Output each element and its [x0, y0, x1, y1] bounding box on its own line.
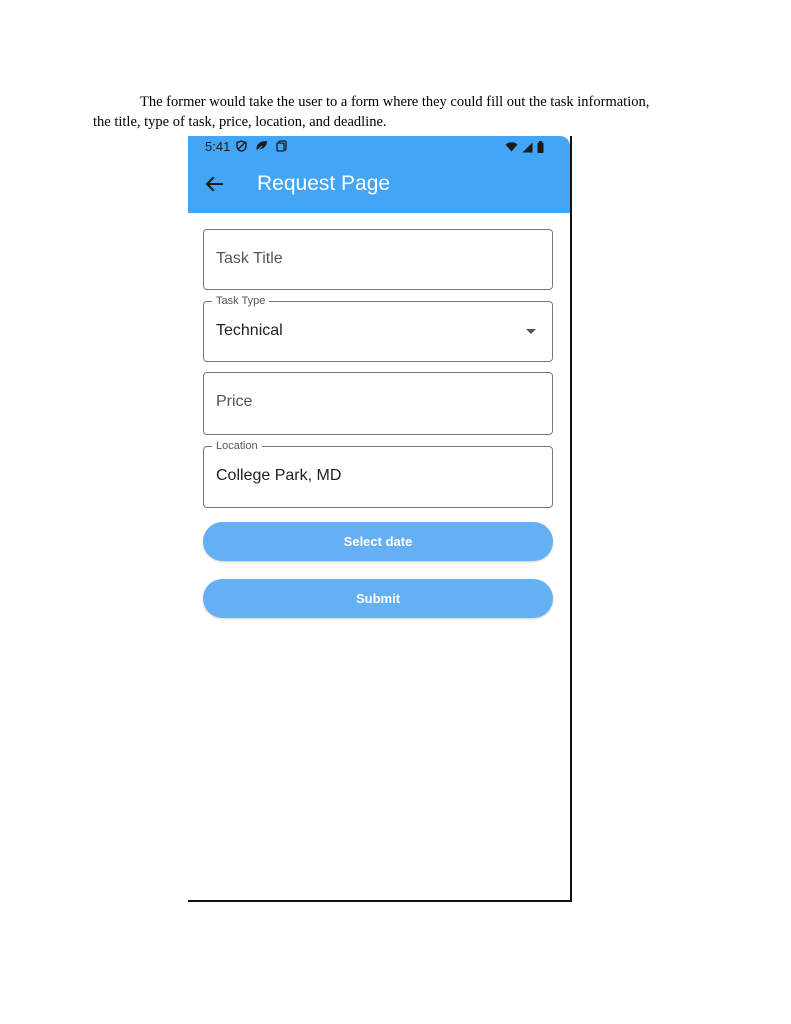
task-type-dropdown[interactable]: Task Type Technical: [203, 294, 553, 362]
task-title-field[interactable]: Task Title: [203, 229, 553, 290]
app-bar: Request Page: [188, 158, 570, 213]
location-value: College Park, MD: [216, 467, 342, 484]
paragraph-line-2: the title, type of task, price, location…: [93, 114, 387, 130]
price-placeholder: Price: [216, 393, 253, 410]
status-bar: 5:41: [188, 136, 570, 158]
leaf-icon: [255, 140, 267, 152]
status-icons-left: [236, 139, 287, 153]
status-icons-right: [505, 140, 544, 154]
submit-button[interactable]: Submit: [203, 579, 553, 618]
price-field[interactable]: Price: [203, 372, 553, 435]
status-time: 5:41: [205, 139, 231, 154]
task-type-value: Technical: [216, 322, 283, 339]
location-field[interactable]: Location College Park, MD: [203, 439, 553, 508]
paragraph-line-1: The former would take the user to a form…: [140, 94, 650, 110]
select-date-button[interactable]: Select date: [203, 522, 553, 561]
copy-icon: [276, 140, 287, 152]
phone-screenshot: 5:41 Request Page Task Title Task Type T…: [188, 136, 572, 902]
arrow-left-icon: [205, 176, 223, 192]
task-title-placeholder: Task Title: [216, 250, 283, 267]
task-type-label: Task Type: [212, 294, 270, 308]
wifi-icon: [505, 142, 518, 152]
page-title: Request Page: [257, 172, 391, 195]
vpn-shield-icon: [236, 140, 247, 152]
battery-icon: [537, 141, 544, 153]
location-label: Location: [212, 439, 262, 453]
dropdown-arrow-icon: [526, 329, 536, 334]
back-button[interactable]: [202, 172, 226, 196]
signal-icon: [522, 142, 533, 152]
